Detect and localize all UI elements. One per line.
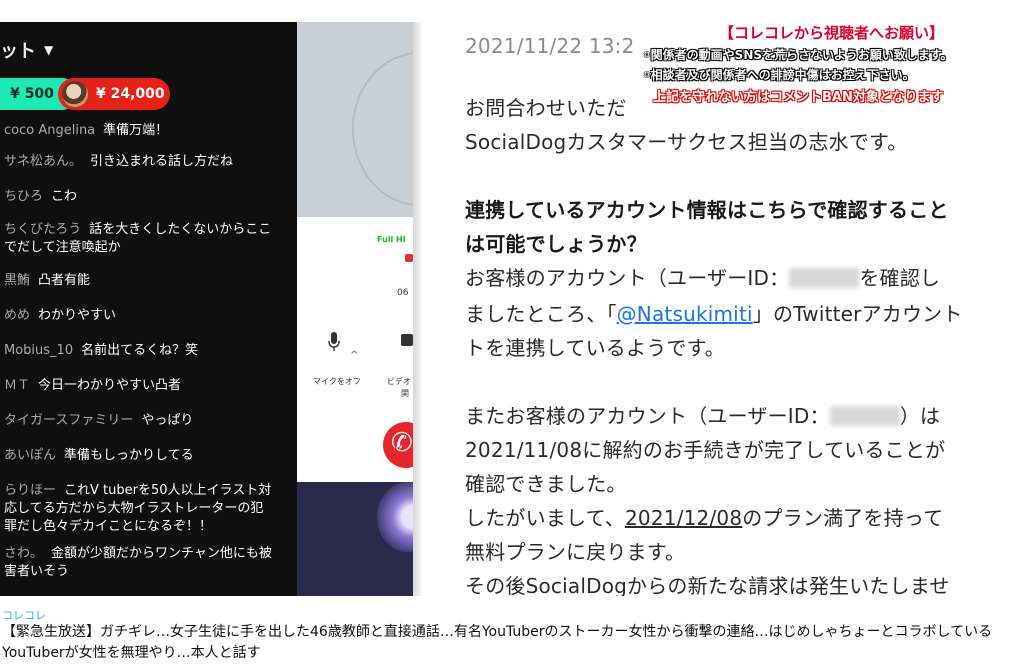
chat-header-label: ット [0, 41, 36, 62]
video-label: ビデオ [387, 377, 411, 386]
email-text: を確認し [859, 266, 941, 290]
chat-text: 害者いそう [4, 564, 70, 579]
video-camera-icon[interactable] [401, 334, 413, 346]
superchat-chip[interactable]: ¥ 24,000 [58, 78, 170, 110]
call-preview [297, 22, 413, 217]
chat-text: 名前出てるくね？笑 [81, 343, 199, 358]
chat-message: ちひろ こわ [0, 188, 297, 206]
email-line: トを連携しているようです。 [465, 336, 725, 360]
notice-title: 【コレコレから視聴者へお願い】 [719, 24, 945, 42]
recording-icon [405, 254, 413, 262]
chat-text: 金額が少額だからワンチャン他にも被 [51, 546, 272, 561]
chat-author[interactable]: ちひろ [4, 189, 43, 204]
email-date-underlined: 2021/12/08 [625, 506, 743, 530]
chat-author[interactable]: coco Angelina [4, 123, 95, 138]
chat-text: 今日一わかりやすい凸者 [38, 378, 182, 393]
channel-name-link[interactable]: コレコレ [2, 607, 46, 623]
chevron-up-icon[interactable]: ^ [350, 350, 358, 361]
chat-text: 罪だし色々デカイことになるぞ！！ [4, 519, 213, 534]
email-text: したがいまして、 [465, 506, 625, 530]
email-text: またお客様のアカウント（ユーザーID： [465, 404, 830, 428]
email-line: またお客様のアカウント（ユーザーID： ）は [465, 400, 940, 429]
chat-text: 準備万端！ [103, 123, 169, 138]
chat-text: 引き込まれる話し方だね [90, 154, 234, 169]
chat-message: ＭＴ 今日一わかりやすい凸者 [0, 377, 297, 395]
email-text: のプラン満了を持って [742, 506, 944, 530]
video-label-2: 関 [401, 389, 409, 398]
email-heading: 連携しているアカウント情報はこちらで確認すること [465, 198, 949, 222]
video-title: 【緊急生放送】ガチギレ…女子生徒に手を出した46歳教師と直接通話…有名YouTu… [2, 624, 993, 661]
chevron-down-icon[interactable]: ▼ [44, 43, 53, 57]
chat-text: こわ [51, 189, 78, 204]
chat-message: coco Angelina 準備万端！ [0, 122, 297, 140]
chat-author[interactable]: らりほー [4, 483, 56, 498]
chat-author[interactable]: ＭＴ [4, 378, 30, 393]
microphone-icon[interactable] [328, 332, 340, 352]
mic-label: マイクをオフ [313, 377, 361, 386]
email-text: ましたところ、「 [465, 302, 617, 326]
chat-message: めめ わかりやすい [0, 307, 297, 325]
chat-message: さわ。 金額が少額だからワンチャン他にも被 害者いそう [0, 545, 297, 581]
chat-author[interactable]: 黒鮪 [4, 273, 30, 288]
chat-text: 応してる方だから大物イラストレーターの犯 [4, 501, 264, 516]
chat-message: らりほー これV tuberを50人以上イラスト対 応してる方だから大物イラストレ… [0, 482, 297, 536]
superchat-amount: ¥ 500 [10, 86, 54, 102]
chat-author[interactable]: タイガースファミリー [4, 413, 133, 428]
notice-line: ◦相談者及び関係者への誹謗中傷はお控え下さい。 [643, 68, 915, 82]
chat-text: 凸者有能 [38, 273, 91, 288]
email-text: お客様のアカウント（ユーザーID： [465, 266, 790, 290]
email-text: 」のTwitterアカウント [752, 302, 963, 326]
email-date: 2021/11/22 13:2 [465, 34, 635, 58]
chat-author[interactable]: あいぽん [4, 448, 56, 463]
call-timer: 06 [397, 288, 409, 298]
superchat-amount: ¥ 24,000 [96, 86, 165, 102]
email-line: お問合わせいただ [465, 96, 627, 120]
twitter-handle-link[interactable]: @Natsukimiti [617, 302, 753, 326]
avatar [62, 81, 88, 107]
call-screen: Full HI 06 ^ マイクをオフ ビデオ 関 ✆ [297, 22, 413, 596]
chat-author[interactable]: サネ松あん。 [4, 154, 82, 169]
chat-message: サネ松あん。 引き込まれる話し方だね [0, 153, 297, 171]
chat-text: でだして注意喚起か [4, 240, 121, 255]
chat-author[interactable]: さわ。 [4, 546, 43, 561]
hangup-button[interactable]: ✆ [383, 422, 413, 468]
chat-header[interactable]: ット ▼ [0, 36, 53, 64]
chat-message: 黒鮪 凸者有能 [0, 272, 297, 290]
chat-message: タイガースファミリー やっぱり [0, 412, 297, 430]
chat-author[interactable]: Mobius_10 [4, 343, 73, 358]
chat-message: あいぽん 準備もしっかりしてる [0, 447, 297, 465]
email-line: お客様のアカウント（ユーザーID： を確認し [465, 262, 940, 291]
chat-text: 準備もしっかりしてる [64, 448, 194, 463]
email-line: 確認できました。 [465, 472, 627, 496]
call-background [297, 482, 413, 596]
live-chat-panel: ット ▼ ¥ 500 ¥ 24,000 coco Angelina 準備万端！ サ… [0, 22, 297, 596]
chat-text: やっぱり [141, 413, 194, 428]
chat-author[interactable]: めめ [4, 308, 30, 323]
email-text: ）は [899, 404, 941, 428]
chat-text: 話を大きくしたくないからここ [89, 222, 272, 237]
email-line: ましたところ、「@Natsukimiti」のTwitterアカウント [465, 298, 963, 327]
redacted-id [829, 406, 900, 426]
hd-label: Full HI [377, 235, 406, 244]
chat-author[interactable]: ちくびたろう [4, 222, 81, 237]
email-line: その後SocialDogからの新たな請求は発生いたしませ [465, 574, 950, 596]
notice-line: ◦関係者の動画やSNSを荒らさないようお願い致します。 [643, 48, 953, 62]
viewer-notice-overlay: 【コレコレから視聴者へお願い】 ◦関係者の動画やSNSを荒らさないようお願い致し… [637, 22, 1006, 110]
chat-message: ちくびたろう 話を大きくしたくないからここ でだして注意喚起か [0, 221, 297, 257]
email-line: SocialDogカスタマーサクセス担当の志水です。 [465, 130, 908, 154]
email-line: 無料プランに戻ります。 [465, 540, 686, 564]
redacted-id [789, 268, 860, 288]
email-line: 2021/11/08に解約のお手続きが完了していることが [465, 438, 946, 462]
notice-warning: 上記を守れない方はコメントBAN対象となります [653, 90, 944, 105]
chat-text: わかりやすい [38, 308, 117, 323]
phone-icon: ✆ [391, 428, 413, 458]
email-heading: は可能でしょうか？ [465, 232, 647, 256]
chat-text: これV tuberを50人以上イラスト対 [64, 483, 272, 498]
chat-message: Mobius_10 名前出てるくね？笑 [0, 342, 297, 360]
email-line: したがいまして、2021/12/08のプラン満了を持って [465, 502, 943, 531]
